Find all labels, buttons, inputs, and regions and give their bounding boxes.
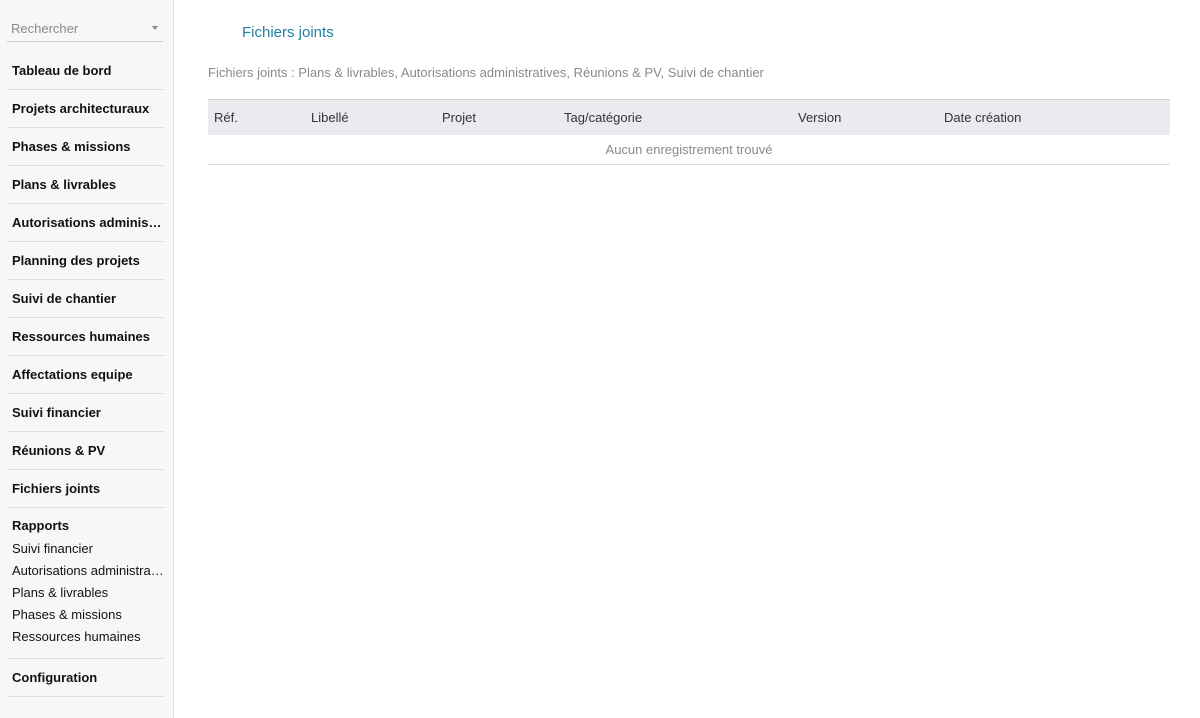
report-link-phases-missions[interactable]: Phases & missions <box>12 604 164 626</box>
sidebar-item-autorisations-administratives[interactable]: Autorisations administratives <box>7 204 164 242</box>
sidebar-item-projets-architecturaux[interactable]: Projets architecturaux <box>7 90 164 128</box>
sidebar-item-suivi-de-chantier[interactable]: Suivi de chantier <box>7 280 164 318</box>
sidebar-menu: Tableau de bord Projets architecturaux P… <box>7 52 164 697</box>
sidebar: Tableau de bord Projets architecturaux P… <box>0 0 174 718</box>
sidebar-item-configuration[interactable]: Configuration <box>7 659 164 697</box>
sidebar-item-suivi-financier[interactable]: Suivi financier <box>7 394 164 432</box>
search-input[interactable] <box>11 20 141 36</box>
main-content: Fichiers joints Fichiers joints : Plans … <box>174 0 1200 718</box>
chevron-down-icon[interactable] <box>152 26 158 30</box>
sidebar-item-plans-livrables[interactable]: Plans & livrables <box>7 166 164 204</box>
report-link-autorisations-administratives[interactable]: Autorisations administratives <box>12 560 164 582</box>
reports-title: Rapports <box>12 518 70 533</box>
sidebar-item-label: Planning des projets <box>12 253 140 268</box>
table-header: Réf. Libellé Projet Tag/catégorie Versio… <box>208 99 1170 135</box>
reports-section: Rapports Suivi financier Autorisations a… <box>7 508 164 659</box>
column-header-version[interactable]: Version <box>798 100 841 136</box>
sidebar-item-label: Suivi de chantier <box>12 291 117 306</box>
sidebar-item-label: Phases & missions <box>12 139 131 154</box>
column-header-libelle[interactable]: Libellé <box>311 100 349 136</box>
sidebar-item-fichiers-joints[interactable]: Fichiers joints <box>7 470 164 508</box>
page-title[interactable]: Fichiers joints <box>242 24 334 41</box>
sidebar-item-phases-missions[interactable]: Phases & missions <box>7 128 164 166</box>
report-link-plans-livrables[interactable]: Plans & livrables <box>12 582 164 604</box>
column-header-ref[interactable]: Réf. <box>214 100 238 136</box>
sidebar-item-label: Plans & livrables <box>12 177 117 192</box>
sidebar-item-ressources-humaines[interactable]: Ressources humaines <box>7 318 164 356</box>
sidebar-item-affectations-equipe[interactable]: Affectations equipe <box>7 356 164 394</box>
page-subtitle: Fichiers joints : Plans & livrables, Aut… <box>208 65 764 80</box>
sidebar-item-label: Suivi financier <box>12 405 101 420</box>
sidebar-item-label: Réunions & PV <box>12 443 106 458</box>
sidebar-item-reunions-pv[interactable]: Réunions & PV <box>7 432 164 470</box>
sidebar-item-label: Fichiers joints <box>12 481 101 496</box>
sidebar-item-label: Ressources humaines <box>12 329 151 344</box>
sidebar-item-label: Autorisations administratives <box>12 215 164 230</box>
column-header-tag-categorie[interactable]: Tag/catégorie <box>564 100 642 136</box>
attachments-table: Réf. Libellé Projet Tag/catégorie Versio… <box>208 99 1170 165</box>
search-box[interactable] <box>7 18 163 42</box>
sidebar-item-label: Affectations equipe <box>12 367 133 382</box>
sidebar-item-tableau-de-bord[interactable]: Tableau de bord <box>7 52 164 90</box>
column-header-projet[interactable]: Projet <box>442 100 476 136</box>
sidebar-item-label: Tableau de bord <box>12 63 112 78</box>
sidebar-item-planning-des-projets[interactable]: Planning des projets <box>7 242 164 280</box>
column-header-date-creation[interactable]: Date création <box>944 100 1021 136</box>
sidebar-item-label: Configuration <box>12 670 98 685</box>
sidebar-item-label: Projets architecturaux <box>12 101 150 116</box>
report-link-ressources-humaines[interactable]: Ressources humaines <box>12 626 164 648</box>
empty-table-message: Aucun enregistrement trouvé <box>208 135 1170 165</box>
report-link-suivi-financier[interactable]: Suivi financier <box>12 538 164 560</box>
